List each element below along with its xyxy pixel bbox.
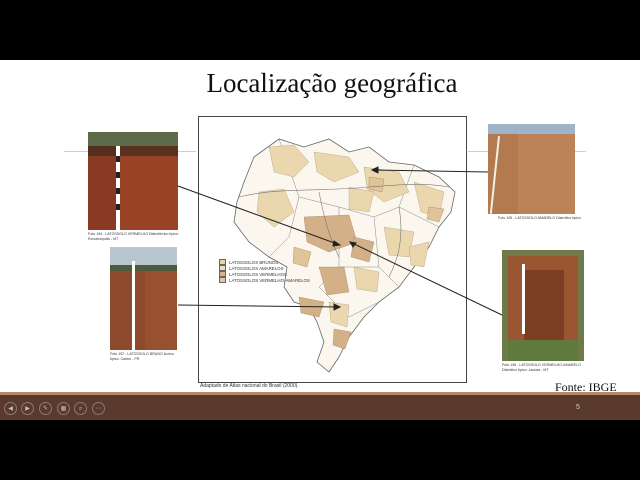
arrowhead xyxy=(332,240,342,247)
arrowhead xyxy=(333,303,342,311)
see-all-slides-button[interactable]: ▦ xyxy=(57,402,70,415)
more-options-button[interactable]: ⋯ xyxy=(92,402,105,415)
slideshow-toolbar: ◀ ▶ ✎ ▦ ⌕ ⋯ 5 xyxy=(0,392,640,420)
arrowhead xyxy=(370,166,379,174)
next-slide-button[interactable]: ▶ xyxy=(21,402,34,415)
slide-number: 5 xyxy=(576,404,580,411)
pen-tool-button[interactable]: ✎ xyxy=(39,402,52,415)
previous-slide-button[interactable]: ◀ xyxy=(4,402,17,415)
pointer-line xyxy=(177,185,341,246)
pointer-line xyxy=(349,241,503,316)
presentation-slide: Localização geográfica LATOSSOLOS BRUNOS… xyxy=(0,60,640,420)
pointer-line xyxy=(371,169,489,173)
zoom-button[interactable]: ⌕ xyxy=(74,402,87,415)
pointer-lines xyxy=(177,166,503,316)
pointer-line xyxy=(177,304,341,308)
arrowhead xyxy=(349,241,357,248)
toolbar-accent-strip xyxy=(0,392,640,395)
